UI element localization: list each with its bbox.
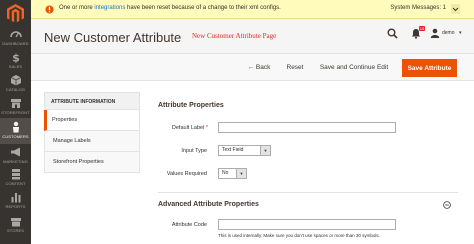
search-icon[interactable] [387,28,398,39]
dollar-icon: $ [12,52,20,64]
attribute-tabs: ATTRIBUTE INFORMATION Properties Manage … [44,92,140,173]
input-type-label: Input Type [181,148,207,154]
sidebar-item-label: SALES [8,64,23,69]
storefront-icon [10,99,21,108]
user-icon[interactable] [430,28,440,38]
magento-logo-icon[interactable] [7,4,24,23]
save-and-continue-button[interactable]: Save and Continue Edit [319,59,389,77]
notice-message: One or more integrations have been reset… [59,5,281,11]
required-asterisk: * [205,125,208,131]
default-label-text: Default Label [171,125,205,131]
warning-icon [45,5,54,14]
page-actions-bar: ← Back Reset Save and Continue Edit Save… [31,53,474,81]
default-label-input[interactable] [218,122,396,133]
notice-suffix: have been reset because of a change to t… [125,5,281,11]
username[interactable]: demo [442,30,455,36]
input-type-value: Text Field [222,147,244,153]
sidebar-item-stores[interactable]: STORES [0,215,31,243]
input-type-select[interactable]: Text Field ▼ [218,145,271,156]
sidebar-item-label: STORES [7,228,24,233]
tab-properties[interactable]: Properties [44,110,140,131]
svg-text:$: $ [12,52,20,64]
content-icon [11,169,20,180]
values-required-value: No [222,170,229,176]
dashboard-icon [9,31,22,38]
sidebar-item-label: CUSTOMERS [2,134,29,139]
customer-icon [12,121,19,133]
tabs-title: ATTRIBUTE INFORMATION [44,92,140,110]
system-notice-bar: One or more integrations have been reset… [31,0,474,19]
sidebar-item-customers[interactable]: CUSTOMERS [0,118,31,144]
sidebar-item-label: DASHBOARD [2,41,29,46]
main-content: ATTRIBUTE INFORMATION Properties Manage … [31,81,474,244]
sidebar-item-label: CONTENT [5,181,26,186]
values-required-select[interactable]: No ▼ [218,168,247,179]
sidebar-item-label: MARKETING [3,159,28,164]
collapse-icon[interactable] [443,201,451,209]
bar-chart-icon [11,193,20,203]
tab-manage-labels[interactable]: Manage Labels [44,131,140,152]
back-button-label: Back [255,64,271,71]
chevron-down-icon: ▼ [260,146,270,155]
store-icon [10,218,21,227]
sidebar-item-label: STOREFRONT [1,110,30,115]
back-button[interactable]: ← Back [244,59,274,77]
attribute-code-note: This is used internally. Make sure you d… [218,233,380,238]
chevron-down-icon[interactable]: ▾ [459,30,462,36]
tab-storefront-properties[interactable]: Storefront Properties [44,152,140,173]
section-divider [158,192,458,193]
integrations-link[interactable]: integrations [94,5,125,11]
notice-prefix: One or more [59,5,95,11]
megaphone-icon [10,147,20,157]
box-icon [10,75,21,86]
page-title: New Customer Attribute [44,30,182,45]
arrow-left-icon: ← [247,64,255,71]
sidebar-item-label: CATALOG [5,87,26,92]
system-messages-link[interactable]: System Messages: 1 [390,5,446,11]
page-annotation: New Customer Attribute Page [192,32,277,40]
page-header: New Customer Attribute New Customer Attr… [31,19,474,53]
expand-arrow-icon[interactable] [451,4,460,14]
attribute-properties-title: Attribute Properties [158,102,224,109]
save-attribute-button[interactable]: Save Attribute [402,59,457,77]
advanced-properties-title[interactable]: Advanced Attribute Properties [158,201,259,208]
admin-sidebar: DASHBOARD $ SALES CATALOG STOREFRONT CUS… [0,0,31,244]
chevron-down-icon: ▼ [236,169,246,178]
sidebar-item-label: REPORTS [5,204,26,209]
attribute-code-input[interactable] [218,219,396,230]
reset-button[interactable]: Reset [283,59,307,77]
notification-badge: 10 [419,26,425,31]
default-label-label: Default Label * [171,125,208,131]
values-required-label: Values Required [166,171,207,177]
attribute-code-label: Attribute Code [171,222,207,228]
